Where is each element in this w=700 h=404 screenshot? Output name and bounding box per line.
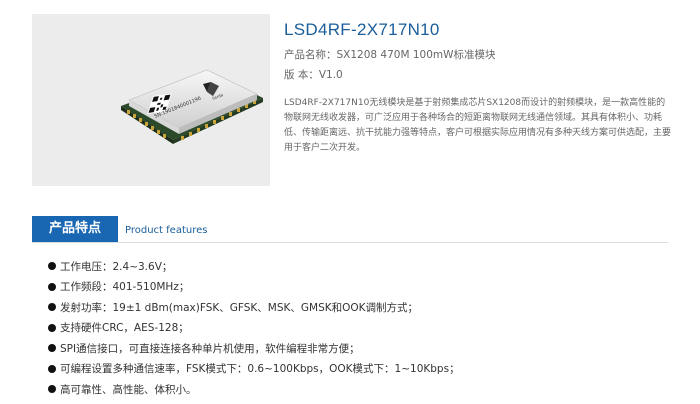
feature-item: 工作电压：2.4~3.6V；: [48, 256, 460, 277]
bullet-icon: [48, 323, 56, 332]
bullet-icon: [48, 282, 56, 291]
product-version: 版 本：V1.0: [284, 69, 343, 81]
product-title: LSD4RF-2X717N10: [284, 20, 440, 39]
section-header: 产品特点 Product features: [32, 216, 668, 243]
product-name: 产品名称：SX1208 470M 100mW标准模块: [284, 49, 496, 61]
feature-item: 发射功率：19±1 dBm(max)FSK、GFSK、MSK、GMSK和OOK调…: [48, 297, 460, 318]
feature-text: 工作电压：2.4~3.6V；: [60, 260, 173, 273]
bullet-icon: [48, 262, 56, 271]
feature-item: 高可靠性、高性能、体积小。: [48, 379, 460, 400]
product-image: SN:1901840001196 lierda: [32, 14, 270, 186]
tab-product-features[interactable]: 产品特点: [32, 216, 118, 242]
feature-text: 发射功率：19±1 dBm(max)FSK、GFSK、MSK、GMSK和OOK调…: [60, 301, 419, 314]
product-description: LSD4RF-2X717N10无线模块是基于射频集成芯片SX1208而设计的射频…: [284, 98, 672, 153]
feature-item: 支持硬件CRC，AES-128；: [48, 318, 460, 339]
bullet-icon: [48, 303, 56, 312]
rf-module-image: SN:1901840001196 lierda: [121, 69, 263, 144]
section-title-english: Product features: [125, 225, 208, 236]
bullet-icon: [48, 364, 56, 373]
feature-item: 可编程设置多种通信速率，FSK模式下：0.6~100Kbps，OOK模式下：1~…: [48, 359, 460, 380]
feature-text: 高可靠性、高性能、体积小。: [60, 383, 197, 396]
feature-item: 工作频段：401-510MHz；: [48, 277, 460, 298]
bullet-icon: [48, 344, 56, 353]
bullet-icon: [48, 385, 56, 394]
feature-text: 工作频段：401-510MHz；: [60, 281, 190, 294]
feature-text: SPI通信接口，可直接连接各种单片机使用，软件编程非常方便；: [60, 342, 360, 355]
feature-list: 工作电压：2.4~3.6V； 工作频段：401-510MHz； 发射功率：19±…: [48, 256, 460, 400]
feature-text: 可编程设置多种通信速率，FSK模式下：0.6~100Kbps，OOK模式下：1~…: [60, 363, 460, 376]
feature-text: 支持硬件CRC，AES-128；: [60, 322, 189, 335]
feature-item: SPI通信接口，可直接连接各种单片机使用，软件编程非常方便；: [48, 338, 460, 359]
